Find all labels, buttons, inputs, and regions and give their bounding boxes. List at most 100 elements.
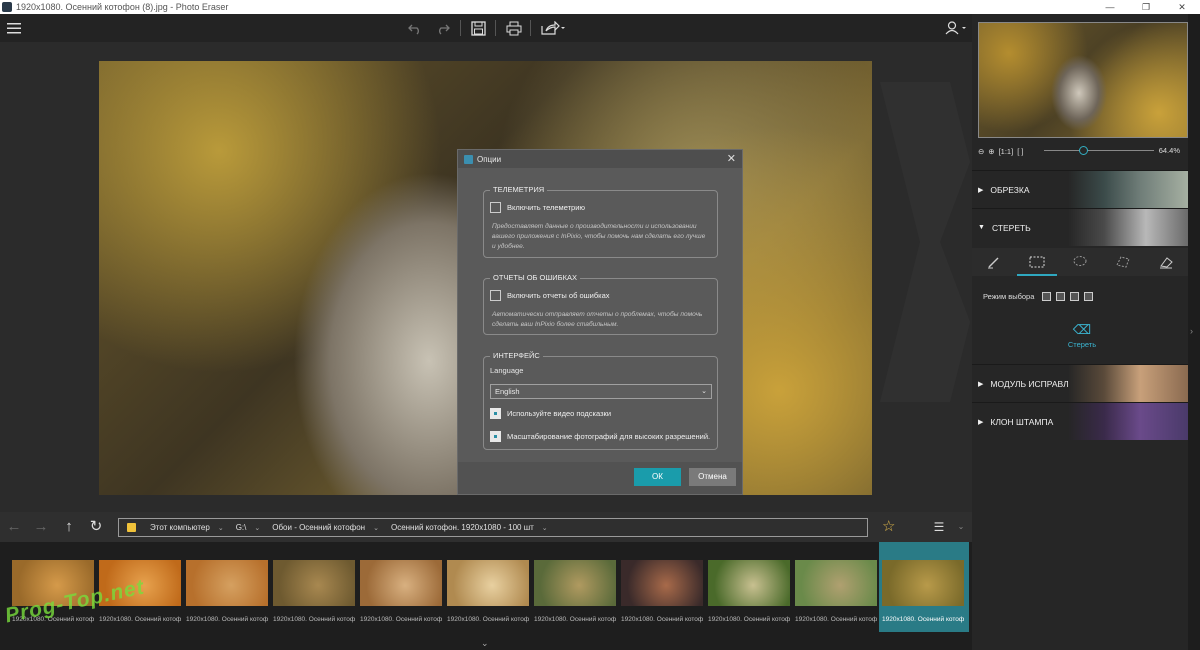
telemetry-checkbox-row[interactable]: Включить телеметрию (490, 202, 585, 213)
mode-subtract-icon[interactable] (1070, 292, 1080, 301)
section-erase[interactable]: ▼ СТЕРЕТЬ (972, 208, 1188, 246)
mode-new-icon[interactable] (1042, 292, 1052, 301)
menu-icon[interactable] (4, 18, 24, 38)
chevron-right-icon[interactable]: › (1190, 326, 1193, 336)
section-crop[interactable]: ▶ ОБРЕЗКА (972, 170, 1188, 208)
fit-window-icon[interactable]: [ ] (1017, 147, 1023, 156)
zoom-slider-handle[interactable] (1079, 146, 1088, 155)
favorite-star-icon[interactable]: ☆ (882, 517, 895, 535)
background-decoration (880, 82, 970, 402)
thumbnail[interactable] (708, 560, 790, 606)
chevron-down-icon[interactable]: ⌄ (542, 524, 548, 532)
refresh-icon[interactable]: ↻ (87, 518, 105, 536)
video-hints-row[interactable]: Используйте видео подсказки (490, 408, 611, 419)
chevron-down-icon[interactable]: ⌄ (254, 524, 260, 532)
thumbnail[interactable] (795, 560, 877, 606)
erase-action-icon: ⌫ (1072, 322, 1092, 337)
chevron-down-icon[interactable]: ⌄ (952, 518, 970, 536)
save-icon[interactable] (468, 18, 488, 38)
chevron-down-icon[interactable]: ⌄ (218, 524, 224, 532)
ok-button[interactable]: ОК (634, 468, 681, 486)
thumbnail-caption: 1920x1080. Осенний котоф (99, 616, 181, 623)
thumbnail[interactable] (186, 560, 268, 606)
chevron-right-icon: ▶ (978, 186, 984, 194)
forward-arrow-icon[interactable]: → (32, 518, 50, 536)
thumbnail-caption: 1920x1080. Осенний котоф (447, 616, 529, 623)
repair-banner (1068, 365, 1188, 402)
folder-icon (127, 523, 136, 532)
zoom-out-icon[interactable]: ⊖ (978, 147, 984, 156)
thumbnail[interactable] (621, 560, 703, 606)
fit-screen-icon[interactable]: [1:1] (999, 147, 1014, 156)
hidpi-scaling-row[interactable]: Масштабирование фотографий для высоких р… (490, 431, 710, 442)
photo-eraser-app: 1920x1080. Осенний котофон (8).jpg - Pho… (0, 0, 1200, 650)
chevron-down-icon: ▼ (978, 224, 985, 231)
chevron-down-icon[interactable]: ⌄ (373, 524, 379, 532)
thumbnail[interactable] (447, 560, 529, 606)
selection-mode-label: Режим выбора (983, 292, 1035, 301)
thumbnail-caption: 1920x1080. Осенний котоф (186, 616, 268, 623)
thumbnail[interactable] (273, 560, 355, 606)
thumbnail[interactable] (534, 560, 616, 606)
selection-mode-row: Режим выбора (983, 292, 1094, 301)
section-erase-label: СТЕРЕТЬ (991, 222, 1031, 233)
video-hints-checkbox[interactable] (490, 408, 501, 419)
close-window-button[interactable]: ✕ (1164, 0, 1200, 14)
zoom-slider-track[interactable] (1044, 150, 1154, 151)
maximize-button[interactable]: ❐ (1128, 0, 1164, 14)
rectangle-select-icon[interactable] (1029, 254, 1045, 270)
undo-icon[interactable] (405, 18, 425, 38)
thumbnail-caption: 1920x1080. Осенний котоф (273, 616, 355, 623)
error-reports-checkbox-row[interactable]: Включить отчеты об ошибках (490, 290, 610, 301)
mode-intersect-icon[interactable] (1084, 292, 1094, 301)
panel-collapse-strip[interactable]: › (1188, 14, 1200, 650)
toolbar-divider (460, 20, 461, 36)
lasso-icon[interactable] (1072, 254, 1088, 270)
hidpi-scaling-checkbox[interactable] (490, 431, 501, 442)
chevron-down-icon[interactable]: ⌄ (481, 638, 489, 649)
mode-add-icon[interactable] (1056, 292, 1066, 301)
error-reports-checkbox[interactable] (490, 290, 501, 301)
up-arrow-icon[interactable]: ↑ (60, 518, 78, 536)
section-repair[interactable]: ▶ МОДУЛЬ ИСПРАВЛЕНИЯ (972, 364, 1188, 402)
back-arrow-icon[interactable]: ← (5, 518, 23, 536)
dialog-footer: ОК Отмена (458, 462, 742, 494)
options-dialog: Опции ✕ ТЕЛЕМЕТРИЯ Включить телеметрию П… (457, 149, 743, 495)
cancel-button[interactable]: Отмена (689, 468, 736, 486)
section-clone[interactable]: ▶ КЛОН ШТАМПА (972, 402, 1188, 440)
share-icon[interactable] (540, 18, 566, 38)
redo-icon[interactable] (433, 18, 453, 38)
zoom-controls: ⊖ ⊕ [1:1] [ ] 64.4% (978, 144, 1194, 158)
sort-list-icon[interactable]: ☰ (930, 518, 948, 536)
dialog-title-bar: Опции (458, 150, 742, 168)
print-icon[interactable] (504, 18, 524, 38)
polygon-lasso-icon[interactable] (1115, 254, 1131, 270)
thumbnail[interactable] (882, 560, 964, 606)
breadcrumb-item[interactable]: Осенний котофон. 1920x1080 - 100 шт (391, 523, 534, 532)
preview-thumbnail[interactable] (978, 22, 1188, 138)
minimize-button[interactable]: — (1092, 0, 1128, 14)
eraser-icon[interactable] (1158, 254, 1174, 270)
filmstrip: 1920x1080. Осенний котоф 1920x1080. Осенн… (0, 542, 972, 650)
thumbnail[interactable] (360, 560, 442, 606)
breadcrumb[interactable]: Этот компьютер ⌄ G:\ ⌄ Обои - Осенний кото… (118, 518, 868, 537)
section-crop-label: ОБРЕЗКА (990, 184, 1030, 195)
language-value: English (495, 387, 520, 396)
brush-icon[interactable] (986, 254, 1002, 270)
close-icon[interactable]: ✕ (727, 152, 736, 165)
thumbnail-caption: 1920x1080. Осенний котоф (882, 616, 964, 623)
user-icon[interactable] (944, 18, 968, 38)
breadcrumb-item[interactable]: Этот компьютер (150, 523, 210, 532)
thumbnail-caption: 1920x1080. Осенний котоф (795, 616, 877, 623)
breadcrumb-item[interactable]: Обои - Осенний котофон (272, 523, 365, 532)
language-select[interactable]: English ⌄ (490, 384, 712, 399)
zoom-in-icon[interactable]: ⊕ (988, 147, 994, 156)
erase-action-button[interactable]: ⌫ Стереть (1052, 322, 1112, 349)
telemetry-checkbox[interactable] (490, 202, 501, 213)
breadcrumb-item[interactable]: G:\ (236, 523, 247, 532)
crop-banner (1068, 171, 1188, 208)
error-reports-group: ОТЧЕТЫ ОБ ОШИБКАХ Включить отчеты об оши… (483, 273, 718, 335)
language-label: Language (490, 366, 524, 375)
thumbnail-caption: 1920x1080. Осенний котоф (708, 616, 790, 623)
dialog-title: Опции (477, 154, 502, 164)
